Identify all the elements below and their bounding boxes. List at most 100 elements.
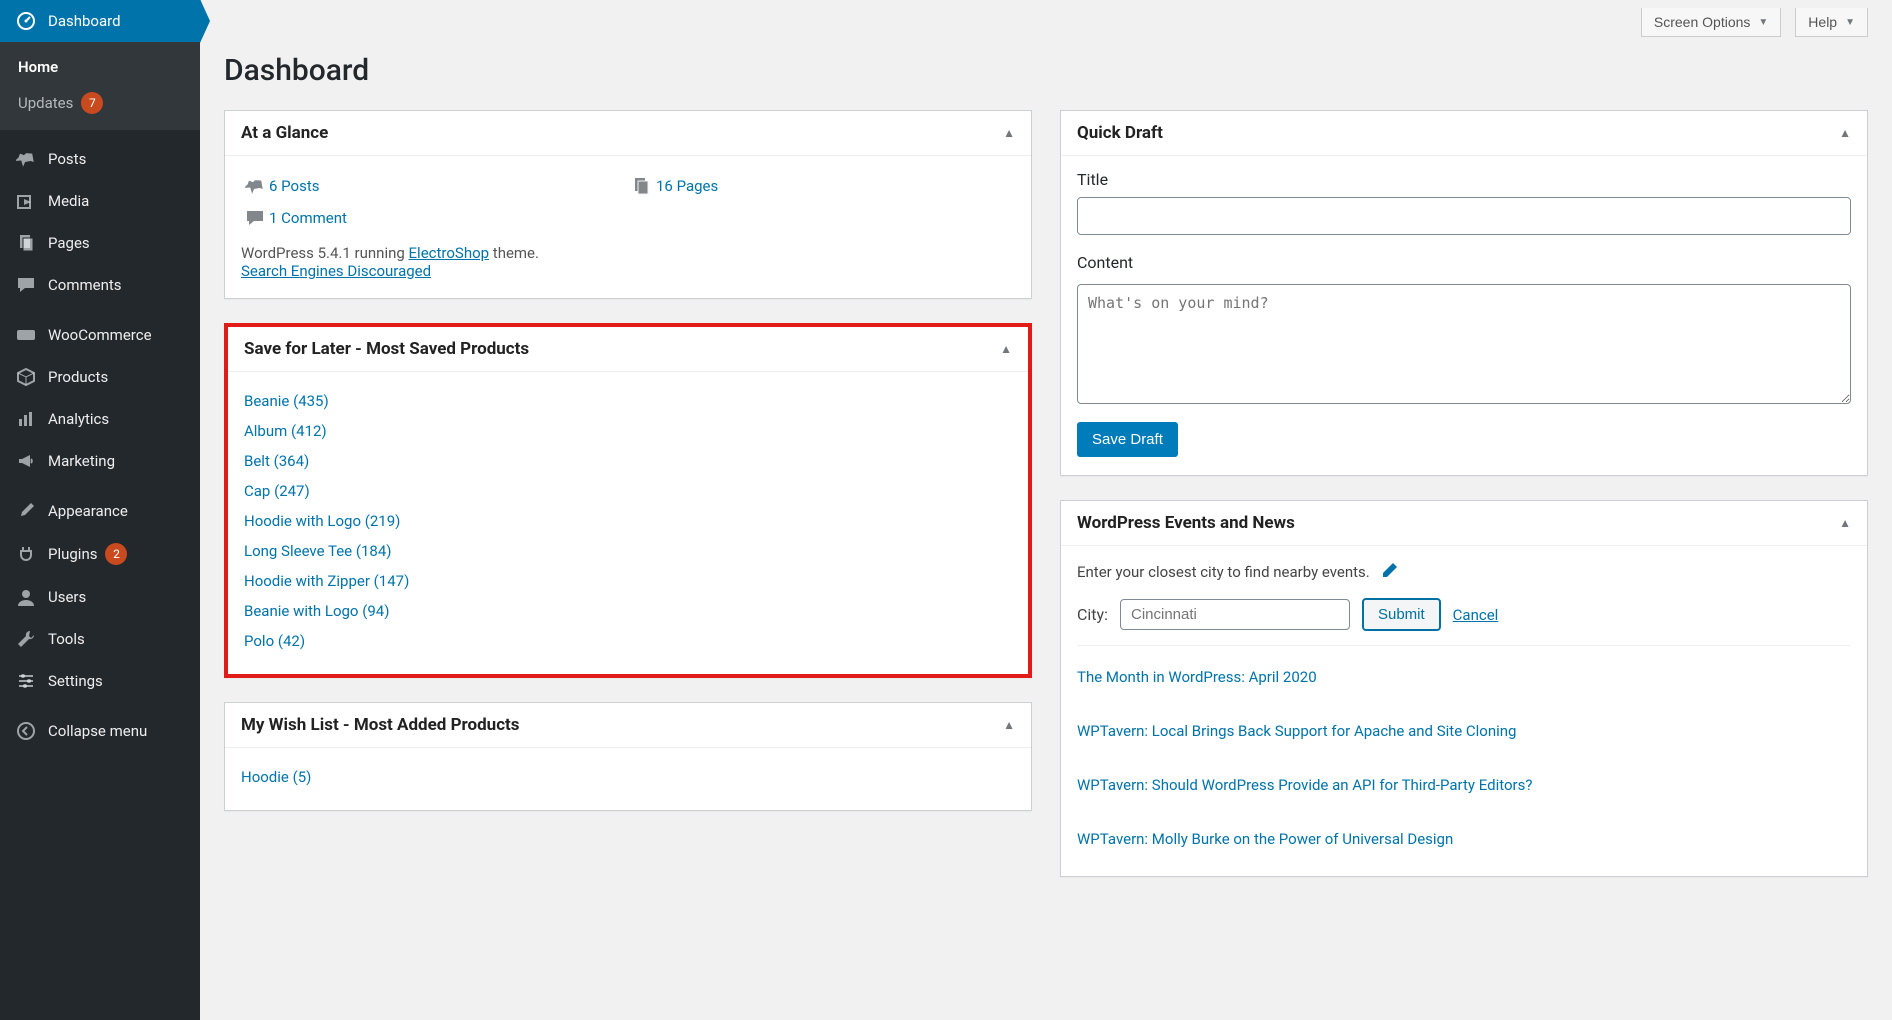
sidebar-label: Pages	[48, 234, 90, 252]
collapse-icon	[14, 721, 38, 741]
postbox-header[interactable]: Quick Draft ▲	[1061, 111, 1867, 156]
sidebar-item-tools[interactable]: Tools	[0, 618, 200, 660]
events-intro: Enter your closest city to find nearby e…	[1077, 563, 1370, 581]
updates-badge: 7	[81, 92, 103, 114]
news-item-link[interactable]: WPTavern: Molly Burke on the Power of Un…	[1077, 820, 1851, 858]
sidebar-item-dashboard[interactable]: Dashboard	[0, 0, 200, 42]
saved-product-link[interactable]: Belt (364)	[244, 446, 1012, 476]
sidebar-label: Analytics	[48, 410, 109, 428]
collapse-icon[interactable]: ▲	[1839, 126, 1851, 140]
news-item-link[interactable]: WPTavern: Should WordPress Provide an AP…	[1077, 766, 1851, 804]
sidebar-item-comments[interactable]: Comments	[0, 264, 200, 306]
save-draft-button[interactable]: Save Draft	[1077, 422, 1178, 457]
postbox-title: Quick Draft	[1077, 123, 1163, 143]
sidebar-item-settings[interactable]: Settings	[0, 660, 200, 702]
sidebar-item-plugins[interactable]: Plugins2	[0, 532, 200, 576]
sidebar-item-marketing[interactable]: Marketing	[0, 440, 200, 482]
sidebar-label: Collapse menu	[48, 722, 147, 740]
sidebar-label: Users	[48, 588, 86, 606]
chevron-down-icon: ▼	[1845, 17, 1855, 28]
sidebar-submenu: Home Updates 7	[0, 42, 200, 130]
pin-icon	[241, 176, 269, 196]
collapse-icon[interactable]: ▲	[1003, 718, 1015, 732]
title-label: Title	[1077, 170, 1851, 189]
help-button[interactable]: Help ▼	[1795, 8, 1868, 37]
wp-version-info: WordPress 5.4.1 running ElectroShop them…	[241, 244, 1015, 280]
sidebar-label: Plugins	[48, 545, 97, 563]
news-item-link[interactable]: WPTavern: Local Brings Back Support for …	[1077, 712, 1851, 750]
saved-product-link[interactable]: Hoodie with Logo (219)	[244, 506, 1012, 536]
chart-icon	[14, 409, 38, 429]
sidebar-item-collapse[interactable]: Collapse menu	[0, 710, 200, 752]
postbox-at-a-glance: At a Glance ▲ 6 Posts	[224, 110, 1032, 299]
postbox-header[interactable]: WordPress Events and News ▲	[1061, 501, 1867, 546]
postbox-title: Save for Later - Most Saved Products	[244, 339, 529, 359]
pin-icon	[14, 149, 38, 169]
sidebar-item-woocommerce[interactable]: WooCommerce	[0, 314, 200, 356]
media-icon	[14, 191, 38, 211]
collapse-icon[interactable]: ▲	[1839, 516, 1851, 530]
sidebar-sub-home[interactable]: Home	[0, 50, 200, 84]
news-item-link[interactable]: The Month in WordPress: April 2020	[1077, 658, 1851, 696]
postbox-events-news: WordPress Events and News ▲ Enter your c…	[1060, 500, 1868, 877]
city-input[interactable]	[1120, 599, 1350, 630]
content-label: Content	[1077, 253, 1851, 272]
city-submit-button[interactable]: Submit	[1362, 598, 1441, 631]
sidebar-sub-updates[interactable]: Updates 7	[0, 84, 200, 122]
sliders-icon	[14, 671, 38, 691]
saved-product-link[interactable]: Beanie with Logo (94)	[244, 596, 1012, 626]
screen-options-button[interactable]: Screen Options ▼	[1641, 8, 1781, 37]
sidebar-item-analytics[interactable]: Analytics	[0, 398, 200, 440]
saved-product-link[interactable]: Cap (247)	[244, 476, 1012, 506]
seo-discouraged-link[interactable]: Search Engines Discouraged	[241, 262, 431, 280]
saved-product-link[interactable]: Long Sleeve Tee (184)	[244, 536, 1012, 566]
screen-meta-links: Screen Options ▼ Help ▼	[224, 0, 1868, 45]
draft-title-input[interactable]	[1077, 197, 1851, 235]
saved-product-link[interactable]: Polo (42)	[244, 626, 1012, 656]
saved-product-link[interactable]: Album (412)	[244, 416, 1012, 446]
posts-link[interactable]: 6 Posts	[269, 177, 319, 195]
news-list: The Month in WordPress: April 2020 WPTave…	[1077, 645, 1851, 858]
draft-content-textarea[interactable]	[1077, 284, 1851, 404]
wrench-icon	[14, 629, 38, 649]
pages-icon	[628, 176, 656, 196]
admin-sidebar: Dashboard Home Updates 7 Posts Media Pages…	[0, 0, 200, 1020]
pages-link[interactable]: 16 Pages	[656, 177, 718, 195]
postbox-quick-draft: Quick Draft ▲ Title Content Save Draft	[1060, 110, 1868, 476]
pages-icon	[14, 233, 38, 253]
sidebar-item-appearance[interactable]: Appearance	[0, 490, 200, 532]
city-label: City:	[1077, 605, 1108, 624]
sidebar-label: Marketing	[48, 452, 115, 470]
comments-link[interactable]: 1 Comment	[269, 209, 347, 227]
postbox-title: WordPress Events and News	[1077, 513, 1295, 533]
saved-products-list: Beanie (435)Album (412)Belt (364)Cap (24…	[228, 372, 1028, 674]
sidebar-label: Comments	[48, 276, 122, 294]
sidebar-item-products[interactable]: Products	[0, 356, 200, 398]
wishlist-product-link[interactable]: Hoodie (5)	[241, 762, 1015, 792]
comment-icon	[241, 208, 269, 228]
sidebar-label: Settings	[48, 672, 103, 690]
brush-icon	[14, 501, 38, 521]
box-icon	[14, 367, 38, 387]
postbox-header[interactable]: Save for Later - Most Saved Products ▲	[228, 327, 1028, 372]
pencil-icon[interactable]	[1380, 560, 1400, 584]
sidebar-item-users[interactable]: Users	[0, 576, 200, 618]
postbox-title: At a Glance	[241, 123, 328, 143]
collapse-icon[interactable]: ▲	[1003, 126, 1015, 140]
sidebar-item-posts[interactable]: Posts	[0, 138, 200, 180]
sidebar-item-media[interactable]: Media	[0, 180, 200, 222]
postbox-title: My Wish List - Most Added Products	[241, 715, 520, 735]
sidebar-label: Posts	[48, 150, 86, 168]
city-cancel-link[interactable]: Cancel	[1453, 606, 1499, 624]
sidebar-item-pages[interactable]: Pages	[0, 222, 200, 264]
chevron-down-icon: ▼	[1758, 17, 1768, 28]
saved-product-link[interactable]: Hoodie with Zipper (147)	[244, 566, 1012, 596]
postbox-header[interactable]: My Wish List - Most Added Products ▲	[225, 703, 1031, 748]
megaphone-icon	[14, 451, 38, 471]
wishlist-list: Hoodie (5)	[225, 748, 1031, 810]
postbox-header[interactable]: At a Glance ▲	[225, 111, 1031, 156]
saved-product-link[interactable]: Beanie (435)	[244, 386, 1012, 416]
theme-link[interactable]: ElectroShop	[409, 244, 490, 262]
sidebar-label: Tools	[48, 630, 85, 648]
collapse-icon[interactable]: ▲	[1000, 342, 1012, 356]
